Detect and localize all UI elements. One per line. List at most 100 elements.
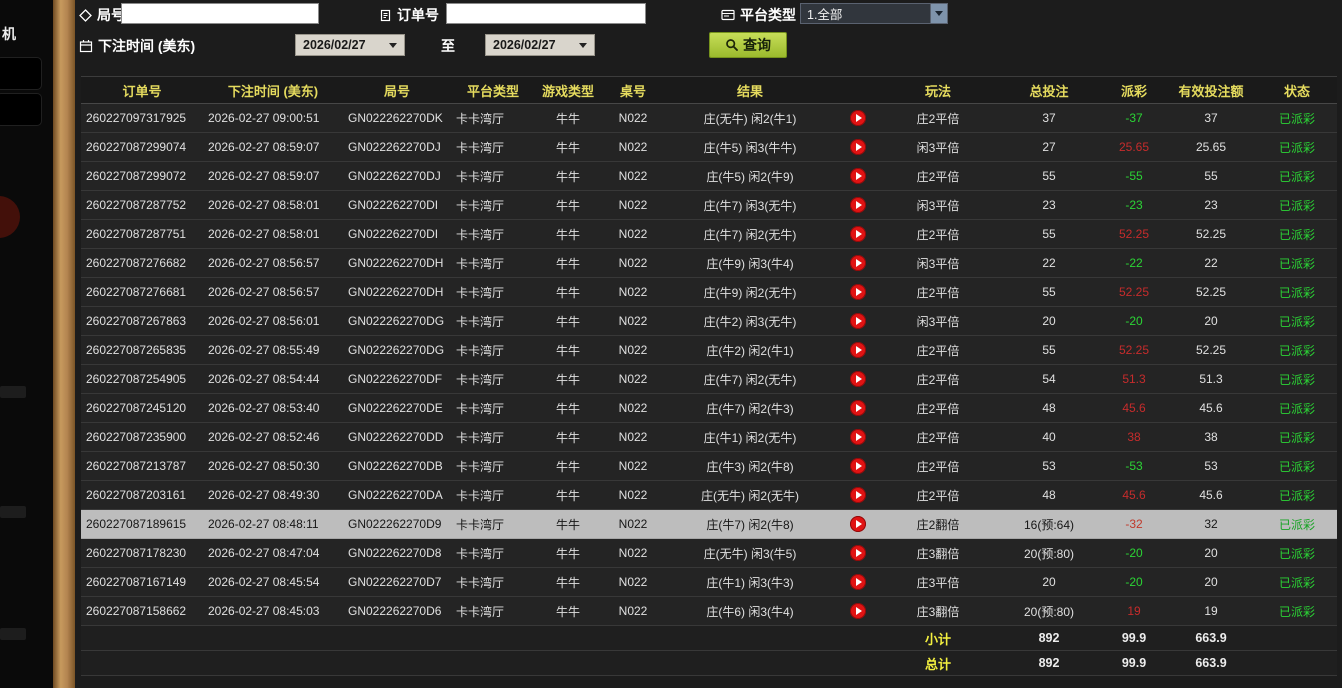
cell-round: GN022262270D9 bbox=[343, 510, 451, 539]
cell-status: 已派彩 bbox=[1257, 423, 1337, 452]
cell-order: 260227087299072 bbox=[81, 162, 203, 191]
table-row[interactable]: 2602270871782302026-02-27 08:47:04GN0222… bbox=[81, 539, 1337, 568]
query-button[interactable]: 查询 bbox=[709, 32, 787, 58]
cell-order: 260227087213787 bbox=[81, 452, 203, 481]
cell-total_bet: 55 bbox=[995, 220, 1103, 249]
cell-total_bet: 16(预:64) bbox=[995, 510, 1103, 539]
table-row[interactable]: 2602270872451202026-02-27 08:53:40GN0222… bbox=[81, 394, 1337, 423]
cell-play_method: 庄2平倍 bbox=[881, 278, 995, 307]
cell-status: 已派彩 bbox=[1257, 539, 1337, 568]
table-row[interactable]: 2602270872877512026-02-27 08:58:01GN0222… bbox=[81, 220, 1337, 249]
cell-table_no: N022 bbox=[601, 278, 665, 307]
play-video-icon[interactable] bbox=[850, 516, 866, 532]
play-video-icon[interactable] bbox=[850, 313, 866, 329]
cell-valid_bet: 22 bbox=[1165, 249, 1257, 278]
play-video-icon[interactable] bbox=[850, 429, 866, 445]
column-header-1: 下注时间 (美东) bbox=[203, 77, 343, 104]
play-video-icon[interactable] bbox=[850, 371, 866, 387]
play-video-icon[interactable] bbox=[850, 342, 866, 358]
date-from-picker[interactable]: 2026/02/27 bbox=[295, 34, 405, 56]
cell-platform: 卡卡湾厅 bbox=[451, 481, 535, 510]
table-row[interactable]: 2602270872990722026-02-27 08:59:07GN0222… bbox=[81, 162, 1337, 191]
column-header-3: 平台类型 bbox=[451, 77, 535, 104]
cell-result: 庄(无牛) 闲2(无牛) bbox=[665, 481, 835, 510]
table-row[interactable]: 2602270872031612026-02-27 08:49:30GN0222… bbox=[81, 481, 1337, 510]
play-video-icon[interactable] bbox=[850, 197, 866, 213]
play-video-icon[interactable] bbox=[850, 139, 866, 155]
table-row[interactable]: 2602270872766812026-02-27 08:56:57GN0222… bbox=[81, 278, 1337, 307]
cell-order: 260227087158662 bbox=[81, 597, 203, 626]
cell-order: 260227087287751 bbox=[81, 220, 203, 249]
cell-platform: 卡卡湾厅 bbox=[451, 249, 535, 278]
cell-order: 260227087235900 bbox=[81, 423, 203, 452]
subtotal-row-label: 小计 bbox=[881, 626, 995, 651]
cell-valid_bet: 53 bbox=[1165, 452, 1257, 481]
play-video-icon[interactable] bbox=[850, 226, 866, 242]
cell-order: 260227087167149 bbox=[81, 568, 203, 597]
cell-result: 庄(牛7) 闲2(无牛) bbox=[665, 220, 835, 249]
play-video-icon[interactable] bbox=[850, 458, 866, 474]
table-row[interactable]: 2602270872766822026-02-27 08:56:57GN0222… bbox=[81, 249, 1337, 278]
table-row[interactable]: 2602270871586622026-02-27 08:45:03GN0222… bbox=[81, 597, 1337, 626]
table-row[interactable]: 2602270872658352026-02-27 08:55:49GN0222… bbox=[81, 336, 1337, 365]
table-row[interactable]: 2602270872877522026-02-27 08:58:01GN0222… bbox=[81, 191, 1337, 220]
table-body: 2602270973179252026-02-27 09:00:51GN0222… bbox=[81, 104, 1337, 676]
subtotal-row: 小计89299.9663.9 bbox=[81, 626, 1337, 651]
table-row[interactable]: 2602270872137872026-02-27 08:50:30GN0222… bbox=[81, 452, 1337, 481]
play-video-icon[interactable] bbox=[850, 168, 866, 184]
cell-play_method: 庄2平倍 bbox=[881, 220, 995, 249]
cell-order: 260227087254905 bbox=[81, 365, 203, 394]
subtotal-row-total_bet: 892 bbox=[995, 626, 1103, 651]
cell-play_method: 庄2平倍 bbox=[881, 394, 995, 423]
cell-valid_bet: 20 bbox=[1165, 568, 1257, 597]
cell-table_no: N022 bbox=[601, 510, 665, 539]
cell-play_method: 庄2平倍 bbox=[881, 365, 995, 394]
date-to-picker[interactable]: 2026/02/27 bbox=[485, 34, 595, 56]
table-row[interactable]: 2602270871896152026-02-27 08:48:11GN0222… bbox=[81, 510, 1337, 539]
result-video-cell bbox=[835, 481, 881, 510]
column-header-10: 派彩 bbox=[1103, 77, 1165, 104]
table-row[interactable]: 2602270973179252026-02-27 09:00:51GN0222… bbox=[81, 104, 1337, 133]
play-video-icon[interactable] bbox=[850, 574, 866, 590]
order-number-label: 订单号 bbox=[397, 5, 439, 25]
total-row: 总计89299.9663.9 bbox=[81, 651, 1337, 676]
play-video-icon[interactable] bbox=[850, 400, 866, 416]
play-video-icon[interactable] bbox=[850, 255, 866, 271]
table-row[interactable]: 2602270872678632026-02-27 08:56:01GN0222… bbox=[81, 307, 1337, 336]
table-row[interactable]: 2602270871671492026-02-27 08:45:54GN0222… bbox=[81, 568, 1337, 597]
cell-result: 庄(牛5) 闲3(牛牛) bbox=[665, 133, 835, 162]
play-video-icon[interactable] bbox=[850, 545, 866, 561]
cell-platform: 卡卡湾厅 bbox=[451, 510, 535, 539]
column-header-9: 总投注 bbox=[995, 77, 1103, 104]
result-video-cell bbox=[835, 278, 881, 307]
cell-game: 牛牛 bbox=[535, 568, 601, 597]
total-row-valid_bet: 663.9 bbox=[1165, 651, 1257, 676]
table-row[interactable]: 2602270872359002026-02-27 08:52:46GN0222… bbox=[81, 423, 1337, 452]
calendar-icon bbox=[79, 39, 93, 53]
cell-result: 庄(牛2) 闲3(无牛) bbox=[665, 307, 835, 336]
round-number-input[interactable] bbox=[121, 3, 319, 24]
play-video-icon[interactable] bbox=[850, 284, 866, 300]
play-video-icon[interactable] bbox=[850, 110, 866, 126]
cell-round: GN022262270D6 bbox=[343, 597, 451, 626]
cell-play_method: 闲3平倍 bbox=[881, 307, 995, 336]
table-row[interactable]: 2602270872549052026-02-27 08:54:44GN0222… bbox=[81, 365, 1337, 394]
cell-status: 已派彩 bbox=[1257, 307, 1337, 336]
order-number-input[interactable] bbox=[446, 3, 646, 24]
platform-type-select[interactable]: 1.全部 bbox=[800, 3, 948, 24]
cell-round: GN022262270DI bbox=[343, 191, 451, 220]
column-header-11: 有效投注额 bbox=[1165, 77, 1257, 104]
table-row[interactable]: 2602270872990742026-02-27 08:59:07GN0222… bbox=[81, 133, 1337, 162]
play-video-icon[interactable] bbox=[850, 487, 866, 503]
cell-result: 庄(牛9) 闲2(无牛) bbox=[665, 278, 835, 307]
cell-result: 庄(无牛) 闲2(牛1) bbox=[665, 104, 835, 133]
cell-time: 2026-02-27 08:59:07 bbox=[203, 133, 343, 162]
cell-result: 庄(牛3) 闲2(牛8) bbox=[665, 452, 835, 481]
background-shape bbox=[0, 506, 26, 518]
result-video-cell bbox=[835, 597, 881, 626]
play-video-icon[interactable] bbox=[850, 603, 866, 619]
cell-time: 2026-02-27 08:52:46 bbox=[203, 423, 343, 452]
cell-time: 2026-02-27 08:49:30 bbox=[203, 481, 343, 510]
cell-result: 庄(牛7) 闲2(无牛) bbox=[665, 365, 835, 394]
column-header-0: 订单号 bbox=[81, 77, 203, 104]
